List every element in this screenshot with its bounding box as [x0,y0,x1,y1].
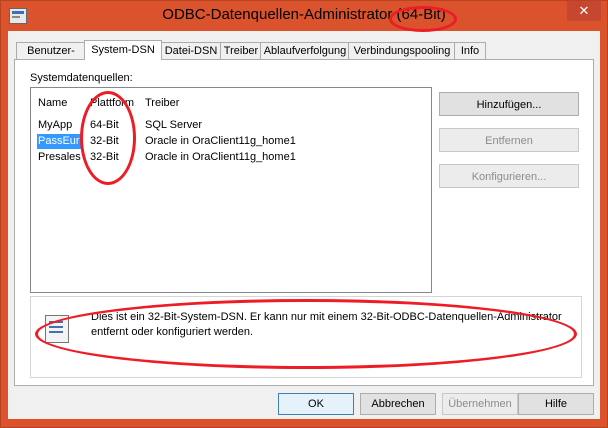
dsn-name: Presales [38,151,81,163]
annotation-ellipse-platform [80,91,136,185]
annotation-ellipse-title [389,6,457,32]
dsn-name: MyApp [38,119,73,131]
odbc-admin-window: ODBC-Datenquellen-Administrator (64-Bit)… [0,0,608,428]
dsn-driver: SQL Server [145,119,203,131]
column-header-driver[interactable]: Treiber [145,97,179,109]
dsn-driver: Oracle in OraClient11g_home1 [145,135,296,147]
tab-file-dsn[interactable]: Datei-DSN [160,42,222,59]
configure-button[interactable]: Konfigurieren... [439,164,579,188]
dsn-name: PassEur [37,134,81,149]
column-header-name[interactable]: Name [38,97,67,109]
tab-system-dsn[interactable]: System-DSN [84,40,162,60]
tab-drivers[interactable]: Treiber [220,42,262,59]
system-data-sources-label: Systemdatenquellen: [30,72,133,84]
remove-button[interactable]: Entfernen [439,128,579,152]
dsn-driver: Oracle in OraClient11g_home1 [145,151,296,163]
add-button[interactable]: Hinzufügen... [439,92,579,116]
apply-button[interactable]: Übernehmen [442,393,518,415]
cancel-button[interactable]: Abbrechen [360,393,436,415]
help-button[interactable]: Hilfe [518,393,594,415]
window-title: ODBC-Datenquellen-Administrator (64-Bit) [162,6,446,23]
tab-info[interactable]: Info [454,42,486,59]
close-icon[interactable]: ✕ [567,1,601,21]
annotation-ellipse-info [35,299,577,369]
tab-tracing[interactable]: Ablaufverfolgung [260,42,350,59]
ok-button[interactable]: OK [278,393,354,415]
tab-connection-pooling[interactable]: Verbindungspooling [348,42,456,59]
tab-user-dsn[interactable]: Benutzer-DSN [16,42,86,73]
title-bar[interactable]: ODBC-Datenquellen-Administrator (64-Bit)… [1,1,607,31]
